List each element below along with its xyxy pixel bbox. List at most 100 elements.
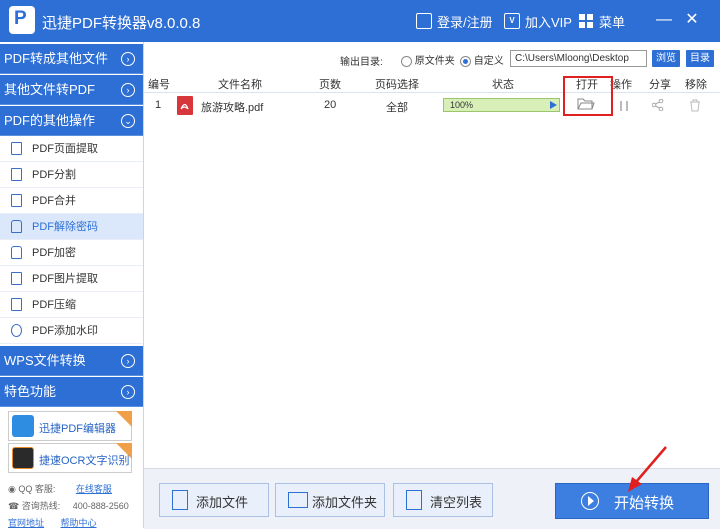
add-folder-button[interactable]: 添加文件夹 — [275, 483, 385, 517]
dir-button[interactable]: 目录 — [686, 50, 714, 67]
watermark-icon — [11, 324, 22, 337]
header-share: 分享 — [649, 79, 671, 91]
clear-list-button[interactable]: 清空列表 — [393, 483, 493, 517]
category-label: PDF的其他操作 — [4, 113, 96, 128]
radio-label: 原文件夹 — [414, 56, 455, 67]
lock-icon — [11, 246, 22, 259]
radio-original-folder[interactable]: 原文件夹 — [401, 52, 455, 67]
sidebar-item-label: PDF图片提取 — [32, 273, 98, 285]
merge-icon — [11, 194, 22, 207]
sidebar: PDF转成其他文件 › 其他文件转PDF › PDF的其他操作 ⌄ PDF页面提… — [0, 42, 144, 528]
qq-support: ◉ QQ 客服: 在线客服 — [8, 482, 112, 495]
sidebar-item-split[interactable]: PDF分割 — [0, 162, 143, 188]
chevron-down-icon: ⌄ — [121, 114, 135, 128]
new-badge — [116, 443, 132, 459]
header-index: 编号 — [148, 79, 170, 91]
open-column-highlight — [563, 76, 613, 116]
promo-pdf-editor[interactable]: 迅捷PDF编辑器 — [8, 411, 132, 441]
pause-icon[interactable] — [619, 100, 629, 114]
site-links: 官网地址 帮助中心 — [8, 516, 97, 529]
clear-list-icon — [406, 490, 422, 510]
vip-icon: V — [504, 13, 520, 29]
app-logo-icon: P — [9, 6, 35, 34]
minimize-button[interactable]: — — [654, 10, 674, 30]
sidebar-item-label: PDF压缩 — [32, 299, 76, 311]
menu-label: 菜单 — [599, 14, 626, 30]
phone-number: 400-888-2560 — [72, 501, 129, 511]
header-action: 操作 — [610, 79, 632, 91]
compress-icon — [11, 298, 22, 311]
sidebar-item-page-extract[interactable]: PDF页面提取 — [0, 136, 143, 162]
page-extract-icon — [11, 142, 22, 155]
image-extract-icon — [11, 272, 22, 285]
sidebar-item-label: PDF添加水印 — [32, 325, 98, 337]
clear-list-label: 清空列表 — [430, 495, 483, 510]
row-pages: 20 — [324, 99, 337, 111]
play-icon — [550, 101, 557, 109]
row-page-select[interactable]: 全部 — [386, 99, 408, 115]
category-label: PDF转成其他文件 — [4, 51, 109, 66]
chevron-right-icon: › — [121, 52, 135, 66]
phone-support: ☎ 咨询热线: 400-888-2560 — [8, 499, 129, 512]
red-arrow-annotation — [628, 446, 667, 492]
vip-button[interactable]: V 加入VIP — [504, 11, 572, 31]
category-other-to-pdf[interactable]: 其他文件转PDF › — [0, 75, 143, 105]
qq-label: QQ 客服: — [18, 484, 56, 494]
table-header: 编号 文件名称 页数 页码选择 状态 打开 操作 分享 移除 — [144, 74, 720, 93]
grid-menu-icon — [578, 13, 594, 29]
category-wps[interactable]: WPS文件转换 › — [0, 346, 143, 376]
sidebar-item-encrypt[interactable]: PDF加密 — [0, 240, 143, 266]
share-icon[interactable] — [651, 98, 664, 114]
sidebar-item-image-extract[interactable]: PDF图片提取 — [0, 266, 143, 292]
category-pdf-to-other[interactable]: PDF转成其他文件 › — [0, 44, 143, 74]
new-badge — [116, 411, 132, 427]
login-label: 登录/注册 — [437, 14, 493, 30]
add-file-label: 添加文件 — [196, 495, 249, 510]
header-page-select: 页码选择 — [375, 79, 419, 91]
phone-icon: ☎ — [8, 501, 20, 511]
category-special[interactable]: 特色功能 › — [0, 377, 143, 407]
start-convert-label: 开始转换 — [614, 495, 675, 512]
category-label: 其他文件转PDF — [4, 82, 96, 97]
browse-button[interactable]: 浏览 — [652, 50, 680, 67]
sidebar-item-label: PDF页面提取 — [32, 143, 98, 155]
header-pages: 页数 — [319, 79, 341, 91]
category-pdf-other-ops[interactable]: PDF的其他操作 ⌄ — [0, 106, 143, 136]
sidebar-item-label: PDF分割 — [32, 169, 76, 181]
add-file-icon — [172, 490, 188, 510]
add-folder-label: 添加文件夹 — [312, 495, 378, 510]
add-file-button[interactable]: 添加文件 — [159, 483, 269, 517]
header-status: 状态 — [492, 79, 514, 91]
menu-button[interactable]: 菜单 — [578, 11, 625, 31]
help-center-link[interactable]: 帮助中心 — [61, 518, 97, 528]
category-label: WPS文件转换 — [4, 353, 86, 368]
login-button[interactable]: 登录/注册 — [416, 11, 493, 31]
pdf-file-icon — [177, 96, 193, 115]
unlock-icon — [11, 220, 22, 233]
output-dir-label: 输出目录: — [340, 57, 383, 68]
radio-icon — [460, 55, 471, 67]
app-title: 迅捷PDF转换器v8.0.0.8 — [42, 15, 201, 32]
sidebar-item-compress[interactable]: PDF压缩 — [0, 292, 143, 318]
sidebar-item-label: PDF解除密码 — [32, 221, 98, 233]
status-progress-bar: 100% — [443, 98, 560, 112]
close-button[interactable]: ✕ — [682, 10, 702, 30]
sidebar-item-watermark[interactable]: PDF添加水印 — [0, 318, 143, 344]
promo-label: 迅捷PDF编辑器 — [39, 423, 116, 435]
phone-label: 咨询热线: — [21, 501, 61, 511]
promo-ocr[interactable]: 捷速OCR文字识别 — [8, 443, 132, 473]
progress-text: 100% — [450, 100, 474, 110]
sidebar-item-label: PDF加密 — [32, 247, 76, 259]
chevron-right-icon: › — [121, 354, 135, 368]
output-path-input[interactable] — [510, 50, 647, 67]
add-folder-icon — [288, 492, 308, 508]
online-support-link[interactable]: 在线客服 — [76, 484, 112, 494]
radio-custom-folder[interactable]: 自定义 — [460, 52, 504, 67]
user-icon — [416, 13, 432, 29]
vip-label: 加入VIP — [525, 14, 572, 30]
sidebar-item-merge[interactable]: PDF合并 — [0, 188, 143, 214]
sidebar-item-unlock[interactable]: PDF解除密码 — [0, 214, 143, 240]
trash-icon[interactable] — [689, 99, 701, 115]
chevron-right-icon: › — [121, 83, 135, 97]
official-site-link[interactable]: 官网地址 — [8, 518, 44, 528]
